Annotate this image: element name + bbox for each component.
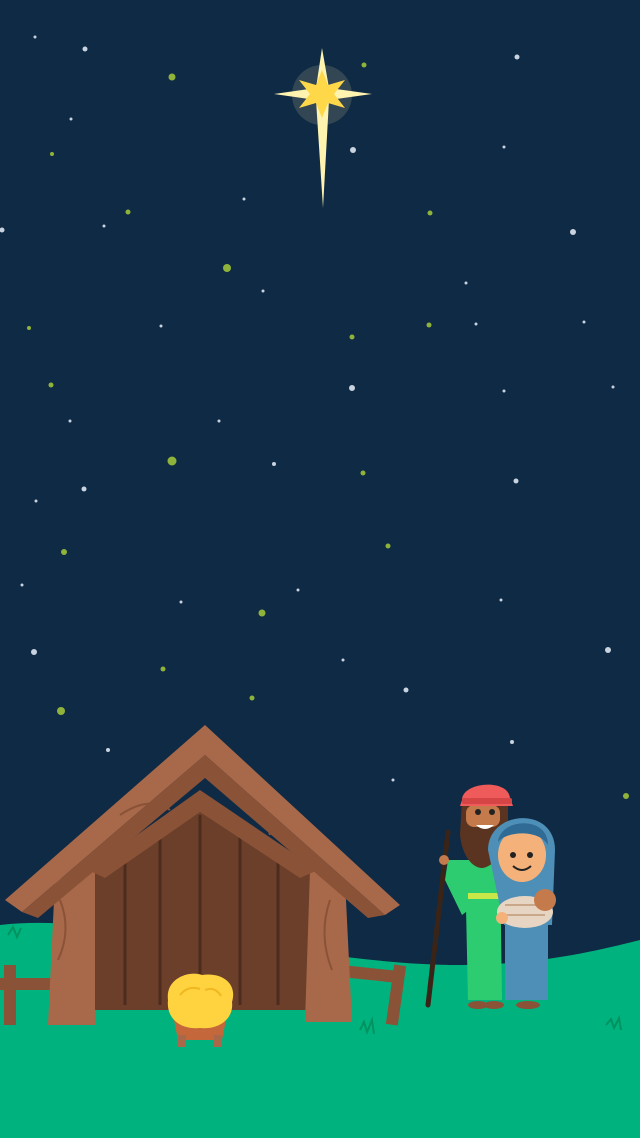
sky-dot: [499, 598, 503, 602]
sky-dot: [160, 666, 166, 672]
sky-dot: [33, 35, 37, 39]
sky-dot: [391, 778, 395, 782]
sky-dot: [341, 658, 345, 662]
sky-dot: [427, 210, 433, 216]
sky-dot: [61, 549, 67, 555]
sky-dot: [464, 281, 468, 285]
sky-dot: [360, 470, 366, 476]
sky-dot: [81, 486, 87, 492]
sky-dot: [179, 600, 183, 604]
sky-dot: [296, 588, 300, 592]
sky-dot: [623, 793, 629, 799]
sky-dot: [514, 54, 520, 60]
sky-dot: [502, 145, 506, 149]
sky-dot: [272, 462, 276, 466]
sky-dot: [159, 324, 163, 328]
sky-dot: [69, 117, 73, 121]
sky-dot: [258, 609, 266, 617]
nativity-scene: [0, 0, 640, 1138]
sky-dot: [385, 543, 391, 549]
sky-dot: [570, 229, 576, 235]
sky-dot: [474, 322, 478, 326]
sky-dot: [403, 687, 409, 693]
sky-dot: [34, 499, 38, 503]
sky-dot: [27, 326, 31, 330]
sky-dot: [510, 740, 514, 744]
sky-dot: [605, 647, 611, 653]
sky-dot: [261, 289, 265, 293]
sky-dot: [426, 322, 432, 328]
sky-dot: [349, 334, 355, 340]
sky-dot: [125, 209, 131, 215]
sky-dot: [102, 224, 106, 228]
sky-dot: [361, 62, 367, 68]
sky-dot: [167, 456, 177, 466]
sky-dot: [217, 419, 221, 423]
sky-dot: [582, 320, 586, 324]
sky-dot: [50, 152, 54, 156]
sky-dot: [513, 478, 519, 484]
sky-dot: [502, 389, 506, 393]
sky-dot: [106, 748, 110, 752]
sky-dot: [68, 419, 72, 423]
sky-dot: [223, 264, 231, 272]
sky-dot: [82, 46, 88, 52]
sky-dot: [349, 385, 355, 391]
sky-dot: [350, 147, 356, 153]
sky-dot: [20, 583, 24, 587]
sky-dot: [249, 695, 255, 701]
sky-dot: [168, 73, 176, 81]
sky-dot: [611, 385, 615, 389]
sky-dot: [242, 197, 246, 201]
sky-dot: [48, 382, 54, 388]
sky-dot: [57, 707, 65, 715]
sky-dot: [31, 649, 37, 655]
